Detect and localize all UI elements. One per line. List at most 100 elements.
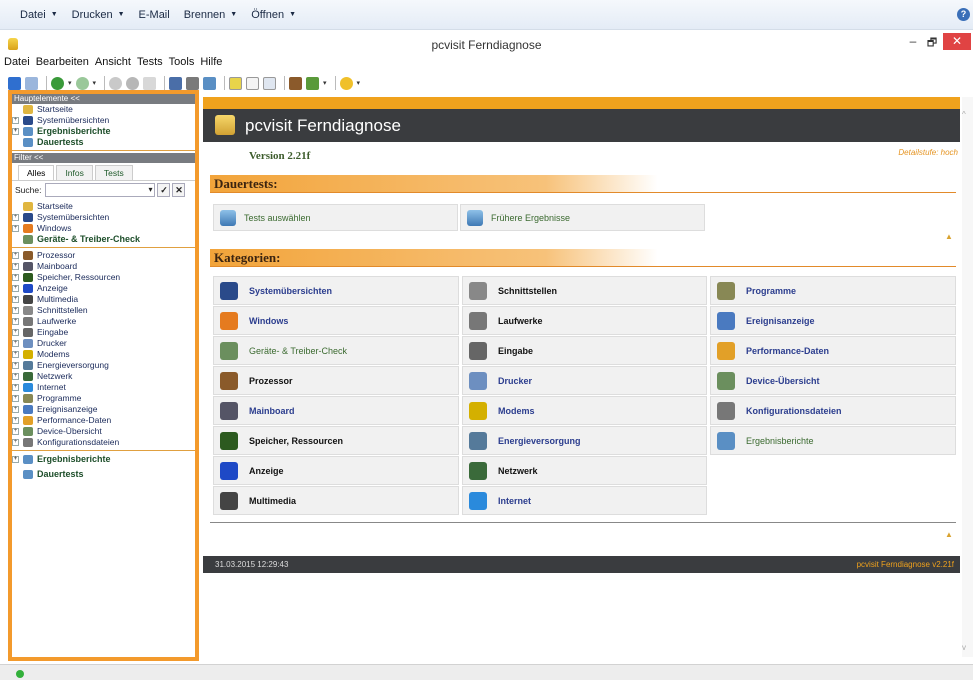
- fruehere-ergebnisse-tile[interactable]: Frühere Ergebnisse: [460, 204, 705, 231]
- category-tile-eingabe[interactable]: Eingabe: [462, 336, 707, 365]
- filter-tab-infos[interactable]: Infos: [56, 165, 93, 180]
- category-tile-internet[interactable]: Internet: [462, 486, 707, 515]
- search-apply-button[interactable]: ✓: [157, 183, 171, 197]
- options-icon[interactable]: [306, 76, 320, 90]
- expand-icon[interactable]: +: [12, 428, 19, 435]
- category-tile-prozessor[interactable]: Prozessor: [213, 366, 459, 395]
- category-tile-konfigurationsdateien[interactable]: Konfigurationsdateien: [710, 396, 956, 425]
- menu-ansicht[interactable]: Ansicht: [95, 56, 131, 72]
- expand-icon[interactable]: +: [12, 296, 19, 303]
- category-tile-geräte-treiber-check[interactable]: Geräte- & Treiber-Check: [213, 336, 459, 365]
- detail-level-link[interactable]: Detailstufe: hoch: [840, 148, 958, 157]
- tree-item-drucker[interactable]: + Drucker: [12, 338, 195, 349]
- expand-icon[interactable]: +: [12, 373, 19, 380]
- back-dropdown-icon[interactable]: ▾: [68, 79, 72, 87]
- forward-dropdown-icon[interactable]: ▾: [93, 79, 97, 87]
- expand-icon[interactable]: +: [12, 274, 19, 281]
- category-tile-ergebnisberichte[interactable]: Ergebnisberichte: [710, 426, 956, 455]
- tree-item-device-übersicht[interactable]: + Device-Übersicht: [12, 426, 195, 437]
- category-tile-drucker[interactable]: Drucker: [462, 366, 707, 395]
- category-tile-modems[interactable]: Modems: [462, 396, 707, 425]
- maximize-button[interactable]: 🗗: [925, 34, 939, 49]
- forward-icon[interactable]: [75, 76, 89, 90]
- tree-item-mainboard[interactable]: + Mainboard: [12, 261, 195, 272]
- back-icon[interactable]: [51, 76, 64, 90]
- minimize-button[interactable]: –: [906, 34, 920, 48]
- tree-item-programme[interactable]: + Programme: [12, 393, 195, 404]
- hauptelemente-header[interactable]: Hauptelemente <<: [12, 94, 195, 104]
- arrow-up-icon[interactable]: [25, 76, 38, 90]
- help-question-icon[interactable]: [339, 76, 353, 90]
- expand-icon[interactable]: +: [12, 263, 19, 270]
- tree-item-schnittstellen[interactable]: + Schnittstellen: [12, 305, 195, 316]
- explorer-item-öffnen[interactable]: Öffnen ▼: [251, 9, 296, 21]
- tree-item-modems[interactable]: + Modems: [12, 349, 195, 360]
- refresh-icon[interactable]: [126, 76, 140, 90]
- home-icon[interactable]: [143, 76, 157, 90]
- tree-item-ergebnisberichte[interactable]: + Ergebnisberichte: [12, 126, 195, 137]
- arrow-down-icon[interactable]: [8, 76, 21, 90]
- help-dropdown-icon[interactable]: ▾: [357, 79, 361, 87]
- search-clear-button[interactable]: ✕: [172, 183, 186, 197]
- tree-item-konfigurationsdateien[interactable]: + Konfigurationsdateien: [12, 437, 195, 448]
- category-tile-mainboard[interactable]: Mainboard: [213, 396, 459, 425]
- tree-item-startseite[interactable]: Startseite: [12, 201, 195, 212]
- explorer-item-brennen[interactable]: Brennen ▼: [184, 9, 238, 21]
- tree-item-windows[interactable]: + Windows: [12, 223, 195, 234]
- tests-auswaehlen-tile[interactable]: Tests auswählen: [213, 204, 458, 231]
- category-tile-netzwerk[interactable]: Netzwerk: [462, 456, 707, 485]
- tree-item-startseite[interactable]: Startseite: [12, 104, 195, 115]
- options-dropdown-icon[interactable]: ▾: [323, 79, 327, 87]
- expand-icon[interactable]: +: [12, 417, 19, 424]
- expand-icon[interactable]: +: [12, 329, 19, 336]
- tree-item-eingabe[interactable]: + Eingabe: [12, 327, 195, 338]
- menu-tests[interactable]: Tests: [137, 56, 163, 72]
- menu-hilfe[interactable]: Hilfe: [200, 56, 222, 72]
- expand-icon[interactable]: +: [12, 362, 19, 369]
- search-dropdown-icon[interactable]: ▾: [148, 185, 152, 194]
- tree-item-dauertests[interactable]: Dauertests: [12, 137, 195, 148]
- expand-icon[interactable]: +: [12, 285, 19, 292]
- close-button[interactable]: ✕: [943, 33, 971, 50]
- tree-item-systemübersichten[interactable]: + Systemübersichten: [12, 115, 195, 126]
- filter-tab-tests[interactable]: Tests: [94, 165, 133, 180]
- expand-icon[interactable]: +: [12, 307, 19, 314]
- menu-bearbeiten[interactable]: Bearbeiten: [36, 56, 89, 72]
- filter-header[interactable]: Filter <<: [12, 153, 195, 163]
- tree-item-geräte-treiber-check[interactable]: Geräte- & Treiber-Check: [12, 234, 195, 245]
- explorer-item-drucken[interactable]: Drucken ▼: [72, 9, 125, 21]
- tree-item-multimedia[interactable]: + Multimedia: [12, 294, 195, 305]
- expand-icon[interactable]: +: [12, 318, 19, 325]
- expand-icon[interactable]: +: [12, 214, 19, 221]
- tree-item-anzeige[interactable]: + Anzeige: [12, 283, 195, 294]
- save-icon[interactable]: [169, 76, 183, 90]
- menu-tools[interactable]: Tools: [169, 56, 195, 72]
- scroll-to-top-icon[interactable]: ▲: [945, 530, 955, 539]
- category-tile-energieversorgung[interactable]: Energieversorgung: [462, 426, 707, 455]
- expand-icon[interactable]: +: [12, 439, 19, 446]
- expand-icon[interactable]: +: [12, 128, 19, 135]
- expand-icon[interactable]: +: [12, 384, 19, 391]
- stop-icon[interactable]: [109, 76, 123, 90]
- tree-item-ergebnisberichte[interactable]: + Ergebnisberichte: [12, 453, 195, 465]
- vertical-scrollbar[interactable]: [962, 97, 973, 657]
- page-icon[interactable]: [246, 76, 260, 90]
- report-icon[interactable]: [203, 76, 217, 90]
- category-tile-ereignisanzeige[interactable]: Ereignisanzeige: [710, 306, 956, 335]
- category-tile-multimedia[interactable]: Multimedia: [213, 486, 459, 515]
- tools-icon[interactable]: [289, 76, 303, 90]
- tree-item-energieversorgung[interactable]: + Energieversorgung: [12, 360, 195, 371]
- category-tile-systemübersichten[interactable]: Systemübersichten: [213, 276, 459, 305]
- scroll-to-top-icon[interactable]: ▲: [945, 232, 955, 241]
- category-tile-programme[interactable]: Programme: [710, 276, 956, 305]
- scroll-down-icon[interactable]: v: [962, 643, 966, 652]
- scroll-up-icon[interactable]: ^: [962, 110, 966, 119]
- tree-item-dauertests[interactable]: Dauertests: [12, 468, 195, 480]
- menu-datei[interactable]: Datei: [4, 56, 30, 72]
- category-tile-windows[interactable]: Windows: [213, 306, 459, 335]
- help-icon[interactable]: ?: [957, 8, 970, 21]
- explorer-item-datei[interactable]: Datei ▼: [20, 9, 58, 21]
- expand-icon[interactable]: +: [12, 117, 19, 124]
- search-input[interactable]: ▾: [45, 183, 156, 197]
- tree-item-internet[interactable]: + Internet: [12, 382, 195, 393]
